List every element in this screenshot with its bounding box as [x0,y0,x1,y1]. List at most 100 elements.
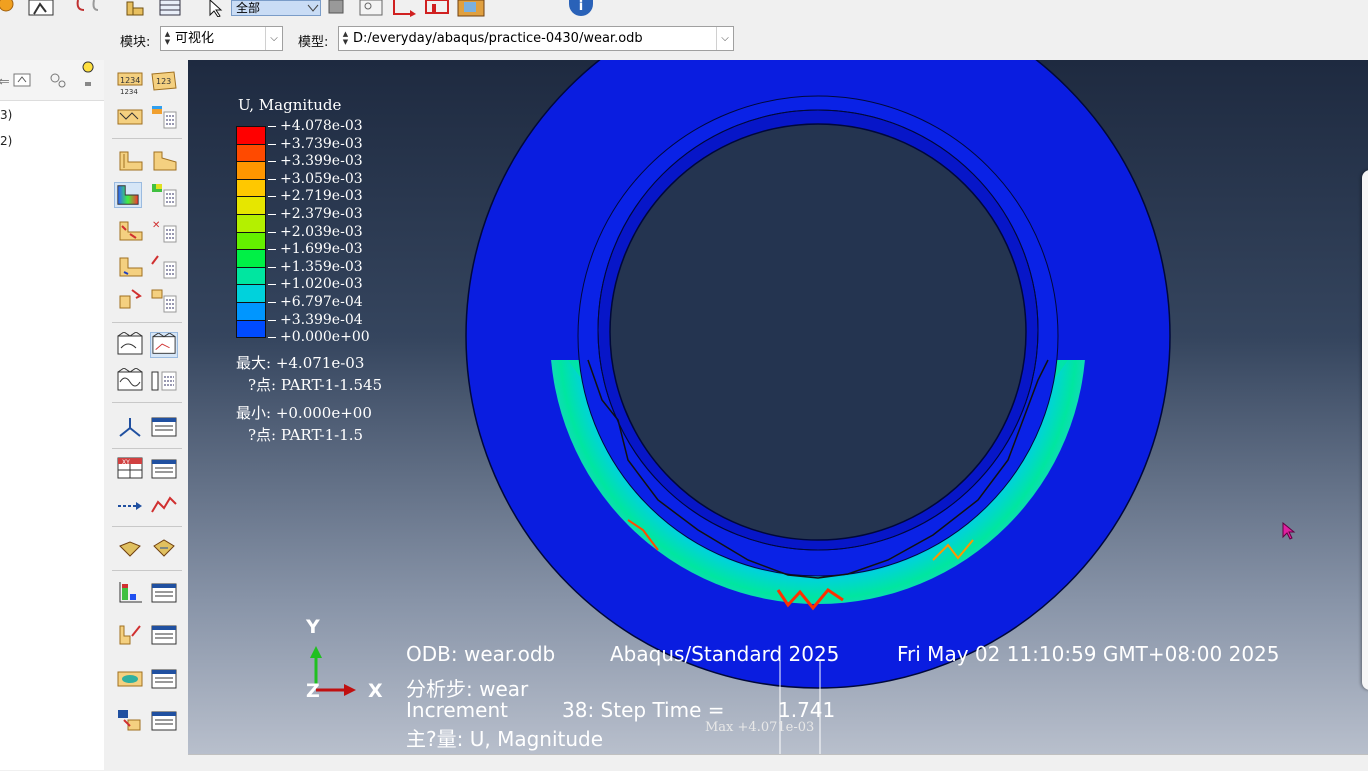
svg-text:123: 123 [156,77,171,86]
toolbox-separator [112,322,182,323]
legend-level-label: +1.359e-03 [280,258,363,275]
legend-color-bar [236,126,266,339]
common-options-icon[interactable] [150,288,178,314]
animation-options-icon[interactable] [150,368,178,394]
free-body-manager-icon[interactable] [150,536,178,562]
active-steps-icon[interactable] [116,666,144,692]
plot-contours-deformed-icon[interactable] [114,182,142,208]
legend-tick [268,337,276,339]
plot-deformed-icon[interactable]: 123 [150,70,178,96]
legend-level-label: +3.739e-03 [280,135,363,152]
toolbox-separator [112,526,182,527]
free-body-cut-icon[interactable] [116,536,144,562]
spinner-icon[interactable]: ▲ ▼ [341,30,350,47]
toolbox-separator [112,570,182,571]
legend-level-label: +2.379e-03 [280,206,363,222]
legend-tick [268,284,276,286]
toolbox-separator [112,138,182,139]
legend-tick [268,214,276,215]
plot-allow-multiple-icon[interactable] [116,288,144,314]
view-cut-manager-icon[interactable] [150,414,178,440]
legend-tick [268,319,276,321]
animate-harmonic-icon[interactable] [116,368,144,394]
animate-scale-icon[interactable] [116,332,144,358]
svg-text:✕: ✕ [152,220,160,231]
part-box-icon[interactable] [456,0,485,17]
run-datetime: Fri May 02 11:10:59 GMT+08:00 2025 [897,642,1280,666]
results-tree: ⇐ 3) 2) [0,60,105,770]
pick-icon[interactable] [28,0,54,17]
legend-tick [268,302,276,303]
contour-plot-options-icon[interactable] [150,182,178,208]
info-icon[interactable]: i [569,0,593,16]
legend-level-label: +6.797e-04 [280,294,363,310]
plot-undeformed-icon[interactable]: 1234 1234 [116,70,144,96]
module-combo[interactable]: ▲ ▼ 可视化 ⌵ [160,26,283,51]
stream-plot-icon[interactable] [116,580,144,606]
plot-contours-icon[interactable] [116,104,144,130]
display-group-manager-icon[interactable] [150,622,178,648]
model-value: D:/everyday/abaqus/practice-0430/wear.od… [353,31,643,46]
plot-symbols-deformed-icon[interactable] [116,218,144,244]
xy-plot-icon[interactable] [150,492,178,518]
odb-name: ODB: wear.odb [406,642,556,666]
legend-level-label: +2.719e-03 [280,188,363,205]
model-combo[interactable]: ▲ ▼ D:/everyday/abaqus/practice-0430/wear… [338,26,734,51]
increment-label: Increment [406,698,508,722]
red-box-icon[interactable] [392,0,416,17]
coordinate-system-icon[interactable] [116,708,144,734]
plot-material-orientation-icon[interactable] [150,148,178,174]
legend-swatch [236,302,266,321]
module-value: 可视化 [175,31,215,46]
shape-icon[interactable] [0,0,22,17]
material-options-icon[interactable] [150,254,178,280]
side-panel-edge[interactable] [1362,170,1368,690]
legend-max-value: 最大: +4.071e-03 [236,354,365,372]
legend-level-label: +3.399e-03 [280,153,363,170]
legend-title: U, Magnitude [238,96,342,114]
mouse-cursor-icon [1282,522,1296,540]
legend-swatch [236,179,266,198]
create-xy-data-icon[interactable]: XY [116,456,144,482]
legend-min-value: 最小: +0.000e+00 [236,404,372,422]
plot-material-icon[interactable] [116,254,144,280]
legend-level-label: +2.039e-03 [280,223,363,240]
plot-symbols-icon[interactable] [116,148,144,174]
contour-options-icon[interactable] [150,104,178,130]
tree-item[interactable]: 3) [0,108,12,122]
grid-select-icon[interactable] [358,0,383,17]
step-manager-icon[interactable] [150,666,178,692]
legend-tick [268,249,276,251]
legend-swatch [236,250,266,268]
symbol-options-icon[interactable]: ✕ [150,218,178,244]
legend-swatch [236,127,266,145]
tree-toolbar-icons[interactable]: ⇐ [0,60,104,100]
legend-level-label: +1.699e-03 [280,241,363,258]
select-arrow-icon[interactable] [205,0,227,18]
eraser-icon[interactable] [325,0,347,17]
view-cut-icon[interactable] [116,414,144,440]
legend-swatch [236,320,266,339]
dropdown-arrow-icon[interactable] [305,0,327,17]
primary-variable: 主?量: U, Magnitude [406,727,604,751]
legend-tick [268,196,276,198]
spinner-icon[interactable]: ▲ ▼ [163,30,172,47]
stream-manager-icon[interactable] [150,580,178,606]
create-path-icon[interactable] [116,492,144,518]
svg-text:1234: 1234 [120,88,138,96]
chevron-down-icon[interactable]: ⌵ [716,27,733,50]
chevron-down-icon[interactable]: ⌵ [265,27,282,50]
xy-data-manager-icon[interactable] [150,456,178,482]
selection-filter-value: 全部 [236,1,261,15]
query-icon[interactable] [125,0,147,17]
legend-tick [268,231,276,233]
coordinate-system-manager-icon[interactable] [150,708,178,734]
tree-toolbar: ⇐ [0,60,104,101]
viewport-canvas[interactable]: U, Magnitude +4.078e-03 +3.739e-03 +3.399e… [188,60,1368,754]
animate-time-history-icon[interactable] [150,332,178,358]
tree-item[interactable]: 2) [0,134,12,148]
table-icon[interactable] [158,0,181,17]
red-nodes-icon[interactable] [424,0,449,17]
display-group-icon[interactable] [116,622,144,648]
undo-icon[interactable] [72,0,99,17]
